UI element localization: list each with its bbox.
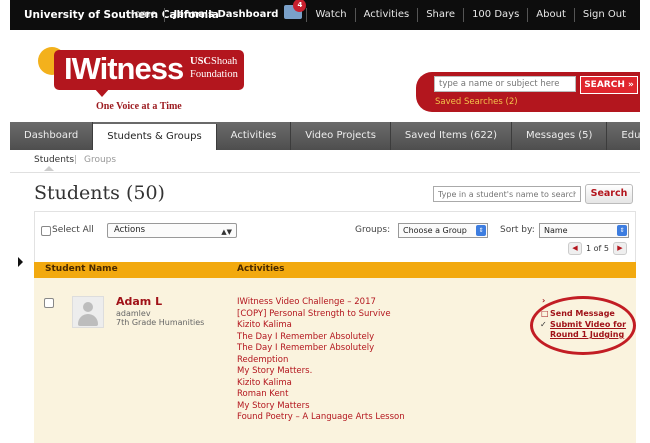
about-link[interactable]: About (527, 8, 574, 22)
sort-by-dropdown[interactable]: Name ⇕ (539, 223, 629, 238)
subnav-groups[interactable]: Groups (84, 155, 116, 165)
site-search-input[interactable] (434, 76, 576, 92)
usc-text: USC (190, 56, 212, 67)
activity-link[interactable]: The Day I Remember Absolutely (237, 343, 405, 355)
next-page-icon[interactable]: ▶ (612, 241, 627, 255)
actions-value: Actions (114, 225, 146, 235)
top-navigation-bar: University of Southern California Home J… (10, 0, 640, 30)
home-link[interactable]: Home (119, 8, 165, 22)
dashboard-link-label: Jenna's Dashboard (173, 9, 279, 20)
student-username: adamlev (116, 309, 151, 318)
dashboard-link[interactable]: Jenna's Dashboard 4 (164, 0, 307, 22)
select-all-checkbox[interactable] (41, 226, 51, 236)
activities-list: IWitness Video Challenge – 2017 [COPY] P… (237, 297, 405, 424)
activity-link[interactable]: My Story Matters. (237, 366, 405, 378)
iwitness-logo[interactable]: IWitness USCShoah Foundation (54, 50, 244, 90)
activity-link[interactable]: Kizito Kalima (237, 320, 405, 332)
subnav-separator: | (74, 155, 78, 165)
tab-messages[interactable]: Messages (5) (512, 122, 608, 150)
avatar-body-shape (78, 314, 98, 326)
activity-link[interactable]: [COPY] Personal Strength to Survive (237, 309, 405, 321)
activity-link[interactable]: Kizito Kalima (237, 378, 405, 390)
prev-page-icon[interactable]: ◀ (568, 241, 582, 255)
student-search-button[interactable]: Search (585, 184, 633, 204)
active-subnav-indicator (44, 166, 54, 171)
table-row: Adam L adamlev 7th Grade Humanities IWit… (34, 278, 636, 443)
shoah-text: Shoah (211, 56, 238, 67)
actions-dropdown[interactable]: Actions ▲▼ (107, 223, 237, 238)
activity-link[interactable]: Roman Kent (237, 389, 405, 401)
row-pointer-icon (18, 257, 23, 267)
subnav-students[interactable]: Students (34, 155, 74, 165)
notification-icon[interactable]: 4 (284, 0, 307, 19)
sign-out-link[interactable]: Sign Out (573, 8, 634, 22)
notification-count: 4 (293, 0, 307, 12)
usc-shoah-foundation-logo: USCShoah Foundation (190, 55, 238, 81)
logo-text: IWitness (64, 51, 184, 86)
activity-link[interactable]: Found Poetry – A Language Arts Lesson (237, 412, 405, 424)
activity-link[interactable]: My Story Matters (237, 401, 405, 413)
row-checkbox[interactable] (44, 298, 54, 308)
page-indicator: 1 of 5 (586, 243, 609, 253)
tab-video-projects[interactable]: Video Projects (291, 122, 391, 150)
sort-by-value: Name (544, 226, 568, 235)
groups-value: Choose a Group (403, 226, 467, 235)
sort-by-label: Sort by: (500, 225, 535, 235)
site-search-panel: SEARCH » Saved Searches (2) (416, 72, 640, 112)
tab-educators[interactable]: Educators (607, 122, 640, 150)
tab-activities[interactable]: Activities (217, 122, 292, 150)
dropdown-arrows-icon: ⇕ (476, 225, 486, 236)
students-toolbar: Select All Actions ▲▼ Groups: Choose a G… (34, 211, 636, 263)
site-header: IWitness USCShoah Foundation One Voice a… (10, 30, 640, 122)
groups-dropdown[interactable]: Choose a Group ⇕ (398, 223, 488, 238)
saved-searches-link[interactable]: Saved Searches (2) (435, 97, 518, 107)
foundation-text: Foundation (190, 69, 238, 80)
student-name-column-header[interactable]: Student Name (45, 264, 118, 274)
tab-saved-items[interactable]: Saved Items (622) (391, 122, 513, 150)
table-header: Student Name Activities (34, 262, 636, 278)
app-frame: University of Southern California Home J… (10, 0, 640, 443)
avatar-head-shape (83, 302, 93, 312)
activities-column-header: Activities (237, 264, 285, 274)
tab-dashboard[interactable]: Dashboard (10, 122, 94, 150)
main-navigation: Dashboard Students & Groups Activities V… (10, 122, 640, 150)
100-days-link[interactable]: 100 Days (463, 8, 527, 22)
activity-link[interactable]: The Day I Remember Absolutely (237, 332, 405, 344)
activities-link[interactable]: Activities (354, 8, 418, 22)
highlight-circle (530, 296, 636, 355)
tagline: One Voice at a Time (96, 101, 182, 112)
activity-link[interactable]: IWitness Video Challenge – 2017 (237, 297, 405, 309)
page-title: Students (50) (34, 182, 165, 204)
activity-link[interactable]: Redemption (237, 355, 405, 367)
select-all-label[interactable]: Select All (52, 225, 94, 235)
pagination: ◀ 1 of 5 ▶ (568, 241, 627, 255)
student-class: 7th Grade Humanities (116, 318, 205, 327)
updown-arrows-icon: ▲▼ (221, 228, 232, 236)
share-link[interactable]: Share (417, 8, 463, 22)
watch-link[interactable]: Watch (306, 8, 354, 22)
avatar (72, 296, 104, 328)
tab-students-groups[interactable]: Students & Groups (93, 124, 217, 150)
student-search-input[interactable] (433, 186, 581, 202)
logo-tail-shape (94, 88, 110, 97)
sub-navigation: Students | Groups (10, 150, 640, 173)
dropdown-arrows-icon: ⇕ (617, 225, 627, 236)
site-search-button[interactable]: SEARCH » (580, 76, 638, 94)
groups-label: Groups: (355, 225, 391, 235)
top-links: Home Jenna's Dashboard 4 Watch Activitie… (119, 0, 634, 30)
student-name-link[interactable]: Adam L (116, 295, 162, 308)
